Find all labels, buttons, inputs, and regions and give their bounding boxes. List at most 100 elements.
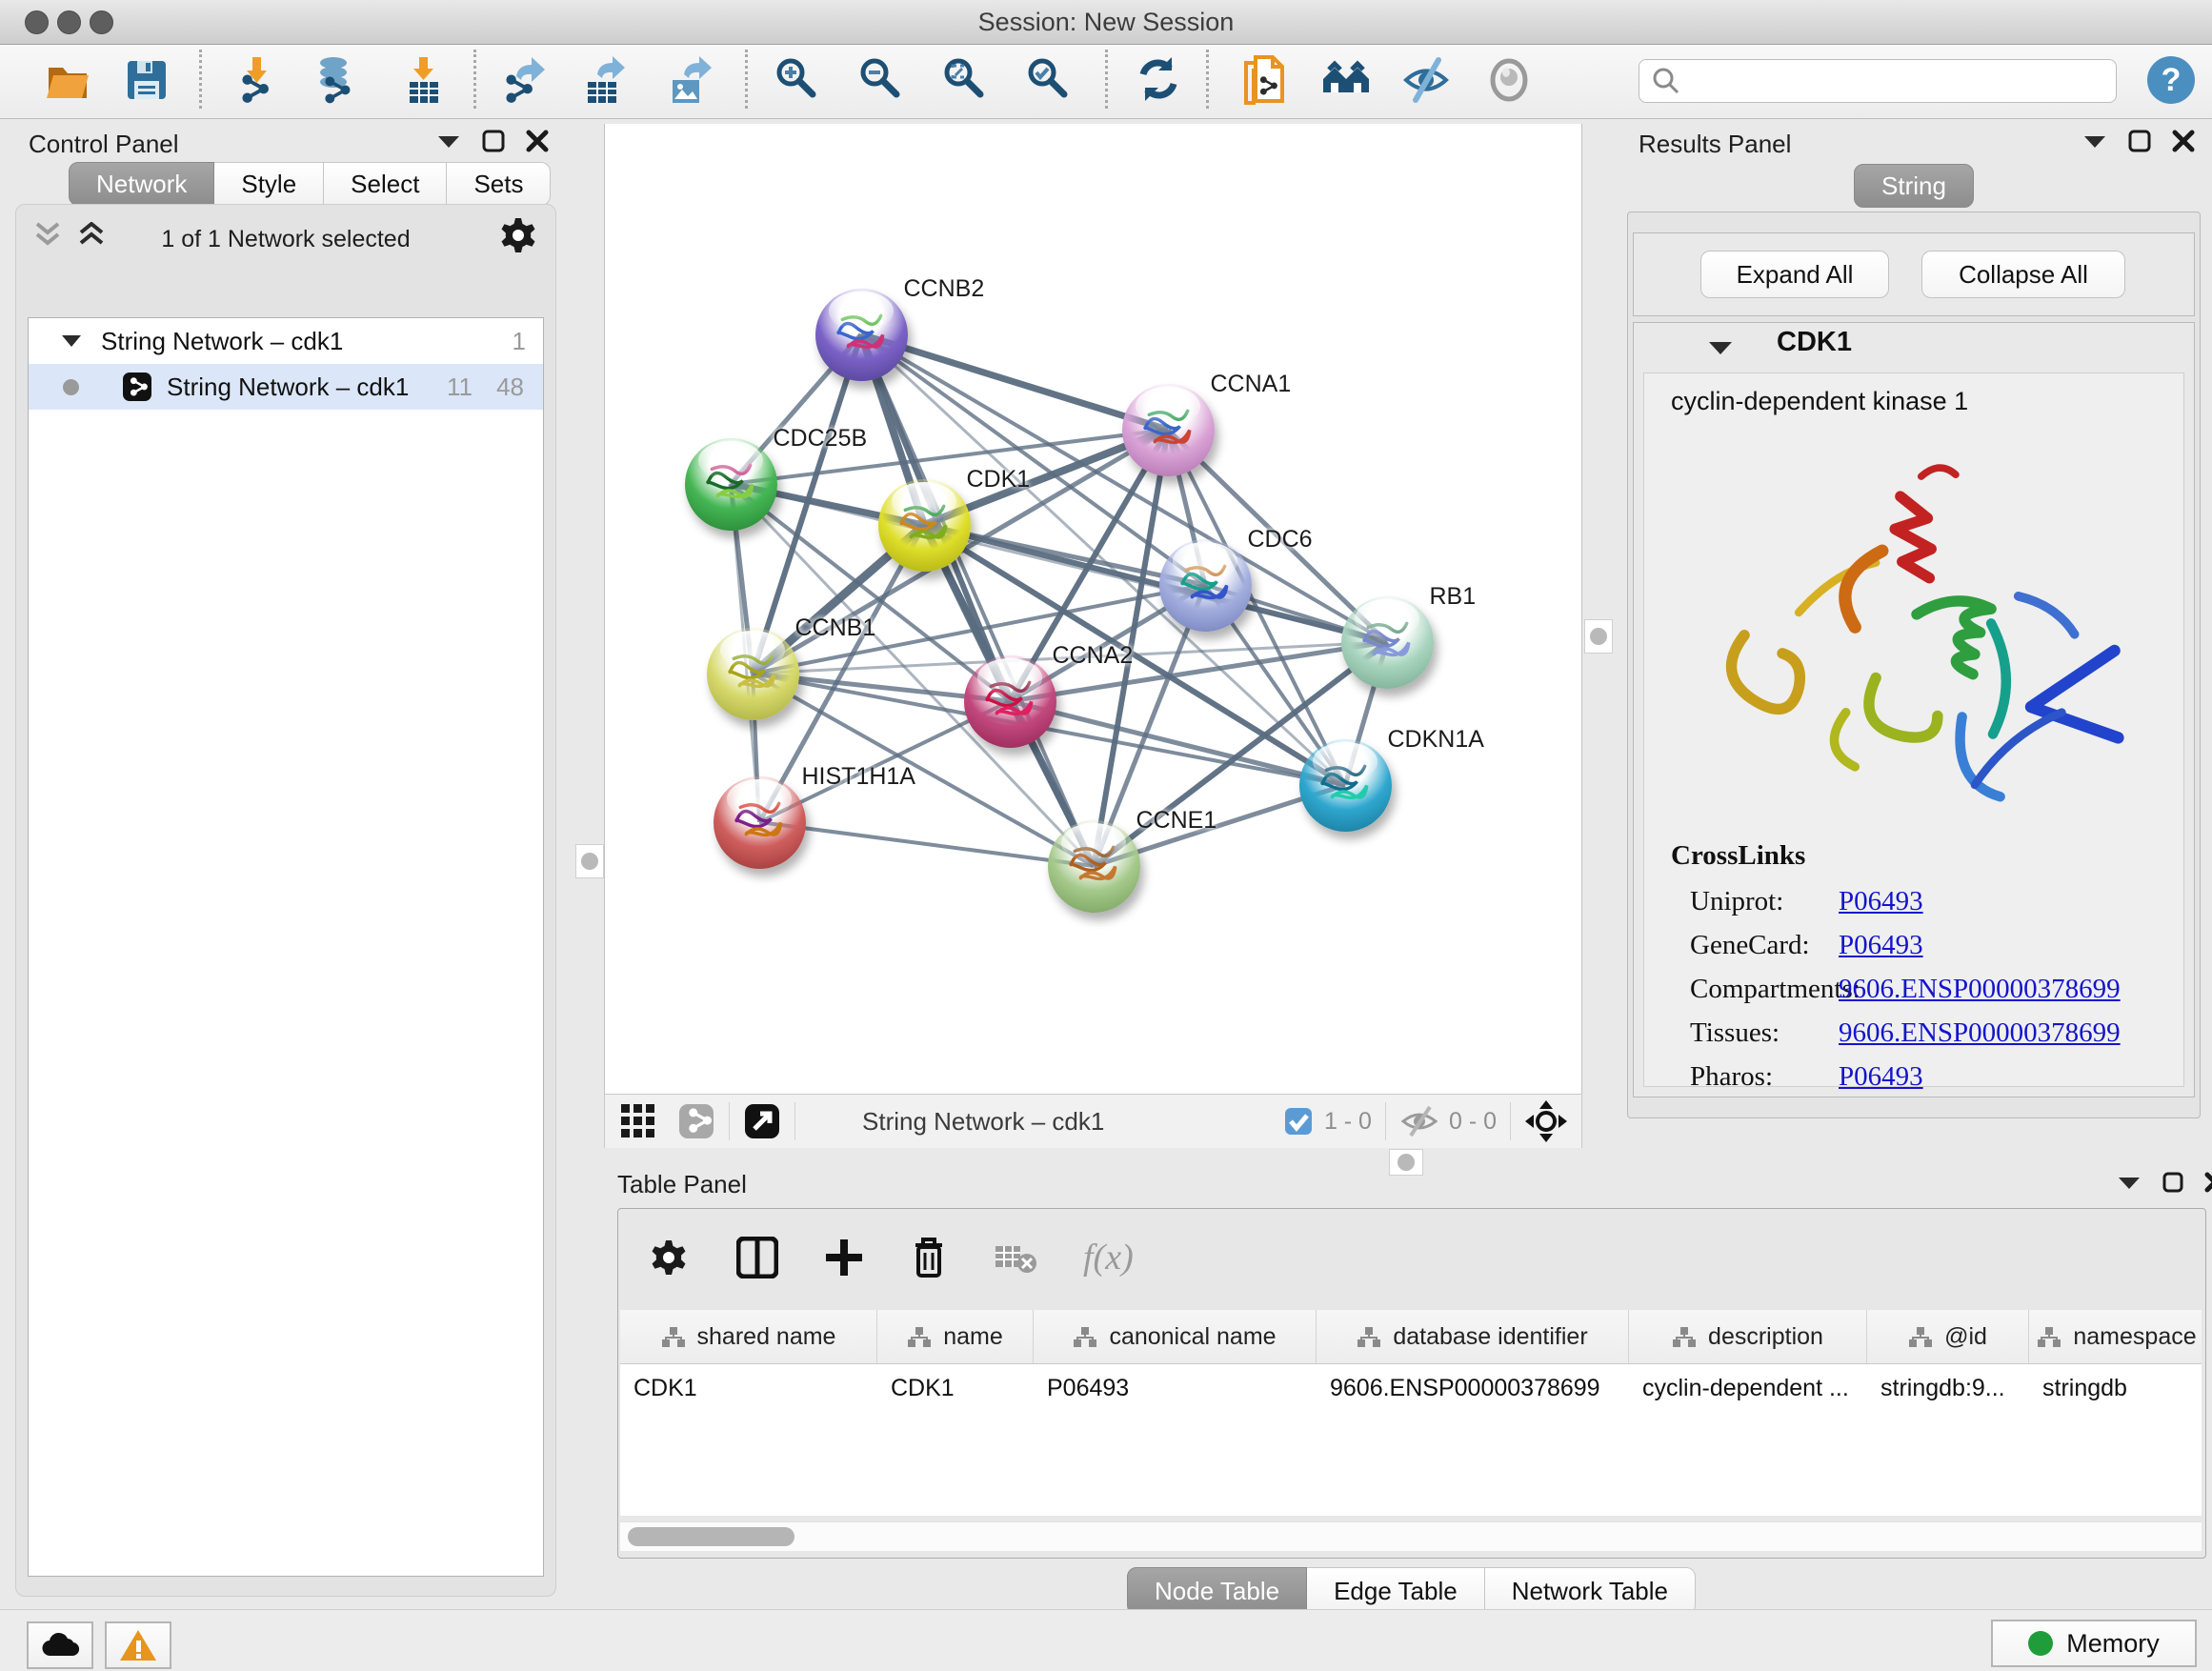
refresh-icon[interactable] [1134,55,1183,105]
table-cell[interactable]: P06493 [1034,1364,1317,1412]
open-in-window-icon[interactable] [743,1102,781,1140]
node-CCNA2[interactable] [964,655,1056,748]
zoom-fit-icon[interactable] [941,55,991,105]
column-header-canonical-name[interactable]: canonical name [1034,1310,1317,1363]
panel-menu-icon[interactable] [2082,133,2107,149]
import-network-icon[interactable] [233,55,283,105]
table-horizontal-scrollbar[interactable] [620,1521,2202,1551]
save-session-icon[interactable] [122,55,171,105]
column-header-name[interactable]: name [877,1310,1034,1363]
delete-column-icon[interactable] [910,1236,948,1279]
function-builder-icon[interactable]: f(x) [1083,1237,1134,1278]
node-RB1[interactable] [1341,596,1434,689]
import-database-icon[interactable] [312,55,362,105]
add-column-icon[interactable] [824,1238,864,1278]
close-panel-icon[interactable] [526,130,549,152]
crosslink-label: Compartments: [1690,974,1860,1005]
table-cell[interactable]: cyclin-dependent ... [1629,1364,1867,1412]
table-cell[interactable]: stringdb [2029,1364,2202,1412]
birdseye-grid-icon[interactable] [620,1103,656,1139]
memory-button[interactable]: Memory [1991,1620,2197,1667]
panel-menu-icon[interactable] [436,133,461,149]
table-cell[interactable]: CDK1 [620,1364,877,1412]
cloud-icon [39,1631,81,1660]
column-header-database-identifier[interactable]: database identifier [1317,1310,1629,1363]
tab-sets[interactable]: Sets [447,162,551,206]
zoom-selected-icon[interactable] [1025,55,1075,105]
node-CCNA1[interactable] [1122,384,1215,476]
search-input[interactable] [1691,67,2116,95]
tab-edge-table[interactable]: Edge Table [1307,1567,1485,1615]
close-panel-icon[interactable] [2172,130,2195,152]
node-CDKN1A[interactable] [1299,739,1392,832]
export-image-icon[interactable] [665,55,714,105]
toolbar-separator [199,50,202,109]
columns-icon[interactable] [736,1237,778,1278]
bottom-splitter-handle[interactable] [1389,1149,1423,1176]
tab-select[interactable]: Select [324,162,447,206]
table-cell[interactable]: CDK1 [877,1364,1034,1412]
float-panel-icon[interactable] [2128,130,2151,152]
tab-network[interactable]: Network [69,162,214,206]
crosslink-value-link[interactable]: P06493 [1839,886,1923,917]
column-header-shared-name[interactable]: shared name [620,1310,877,1363]
close-panel-icon[interactable] [2204,1172,2212,1193]
delete-table-icon[interactable] [994,1240,1037,1275]
network-row[interactable]: String Network – cdk1 11 48 [29,364,543,410]
table-cell[interactable]: 9606.ENSP00000378699 [1317,1364,1629,1412]
scrollbar-thumb[interactable] [628,1527,794,1546]
column-header-namespace[interactable]: namespace [2029,1310,2202,1363]
collapse-all-button[interactable]: Collapse All [1921,251,2125,298]
right-splitter-handle[interactable] [1584,619,1613,654]
zoom-out-icon[interactable] [857,55,907,105]
status-bar: Memory [0,1609,2212,1671]
cloud-status-button[interactable] [27,1621,93,1669]
node-CCNB2[interactable] [815,289,908,381]
network-canvas[interactable]: CCNB2CCNA1CDC25BCDK1CDC6RB1CCNB1CCNA2CDK… [604,124,1582,1094]
node-CCNB1[interactable] [707,628,799,720]
network-collection-row[interactable]: String Network – cdk1 1 [29,318,543,364]
column-header--id[interactable]: @id [1867,1310,2029,1363]
hide-selected-icon[interactable] [1400,55,1450,105]
edge-HIST1H1A-CCNE1[interactable] [759,822,1094,866]
table-cell[interactable]: stringdb:9... [1867,1364,2029,1412]
column-header-description[interactable]: description [1629,1310,1867,1363]
selected-checkbox-icon[interactable] [1284,1107,1313,1136]
group-houses-icon[interactable] [1319,55,1369,105]
tree-expand-icon[interactable] [61,333,82,349]
tab-style[interactable]: Style [214,162,324,206]
fit-content-crosshair-icon[interactable] [1524,1099,1568,1143]
zoom-in-icon[interactable] [774,55,823,105]
tab-string[interactable]: String [1854,164,1974,208]
node-CCNE1[interactable] [1048,820,1140,913]
node-HIST1H1A[interactable] [714,776,806,869]
left-splitter-handle[interactable] [575,844,604,878]
expand-all-button[interactable]: Expand All [1700,251,1889,298]
search-field[interactable] [1639,59,2117,103]
float-panel-icon[interactable] [482,130,505,152]
open-session-icon[interactable] [43,55,92,105]
tab-node-table[interactable]: Node Table [1127,1567,1307,1615]
node-CDC25B[interactable] [685,438,777,531]
crosslink-value-link[interactable]: P06493 [1839,1061,1923,1093]
tab-network-table[interactable]: Network Table [1485,1567,1696,1615]
crosslink-value-link[interactable]: 9606.ENSP00000378699 [1839,1017,2121,1049]
panel-menu-icon[interactable] [2117,1175,2142,1190]
network-options-gear-icon[interactable] [496,216,540,259]
show-all-icon[interactable] [1484,55,1534,105]
warning-status-button[interactable] [105,1621,171,1669]
string-document-icon[interactable] [1238,55,1288,105]
table-settings-gear-icon[interactable] [647,1238,691,1277]
node-CDK1[interactable] [878,479,971,572]
help-icon[interactable]: ? [2145,55,2195,105]
node-CDC6[interactable] [1159,539,1252,632]
import-table-icon[interactable] [400,55,450,105]
export-table-icon[interactable] [580,55,630,105]
crosslink-value-link[interactable]: 9606.ENSP00000378699 [1839,974,2121,1005]
crosslink-value-link[interactable]: P06493 [1839,930,1923,961]
export-network-icon[interactable] [499,55,549,105]
table-row[interactable]: CDK1CDK1P064939606.ENSP00000378699cyclin… [620,1364,2202,1412]
float-panel-icon[interactable] [2162,1172,2183,1193]
section-collapse-icon[interactable] [1708,340,1733,356]
string-settings-icon[interactable] [677,1102,715,1140]
